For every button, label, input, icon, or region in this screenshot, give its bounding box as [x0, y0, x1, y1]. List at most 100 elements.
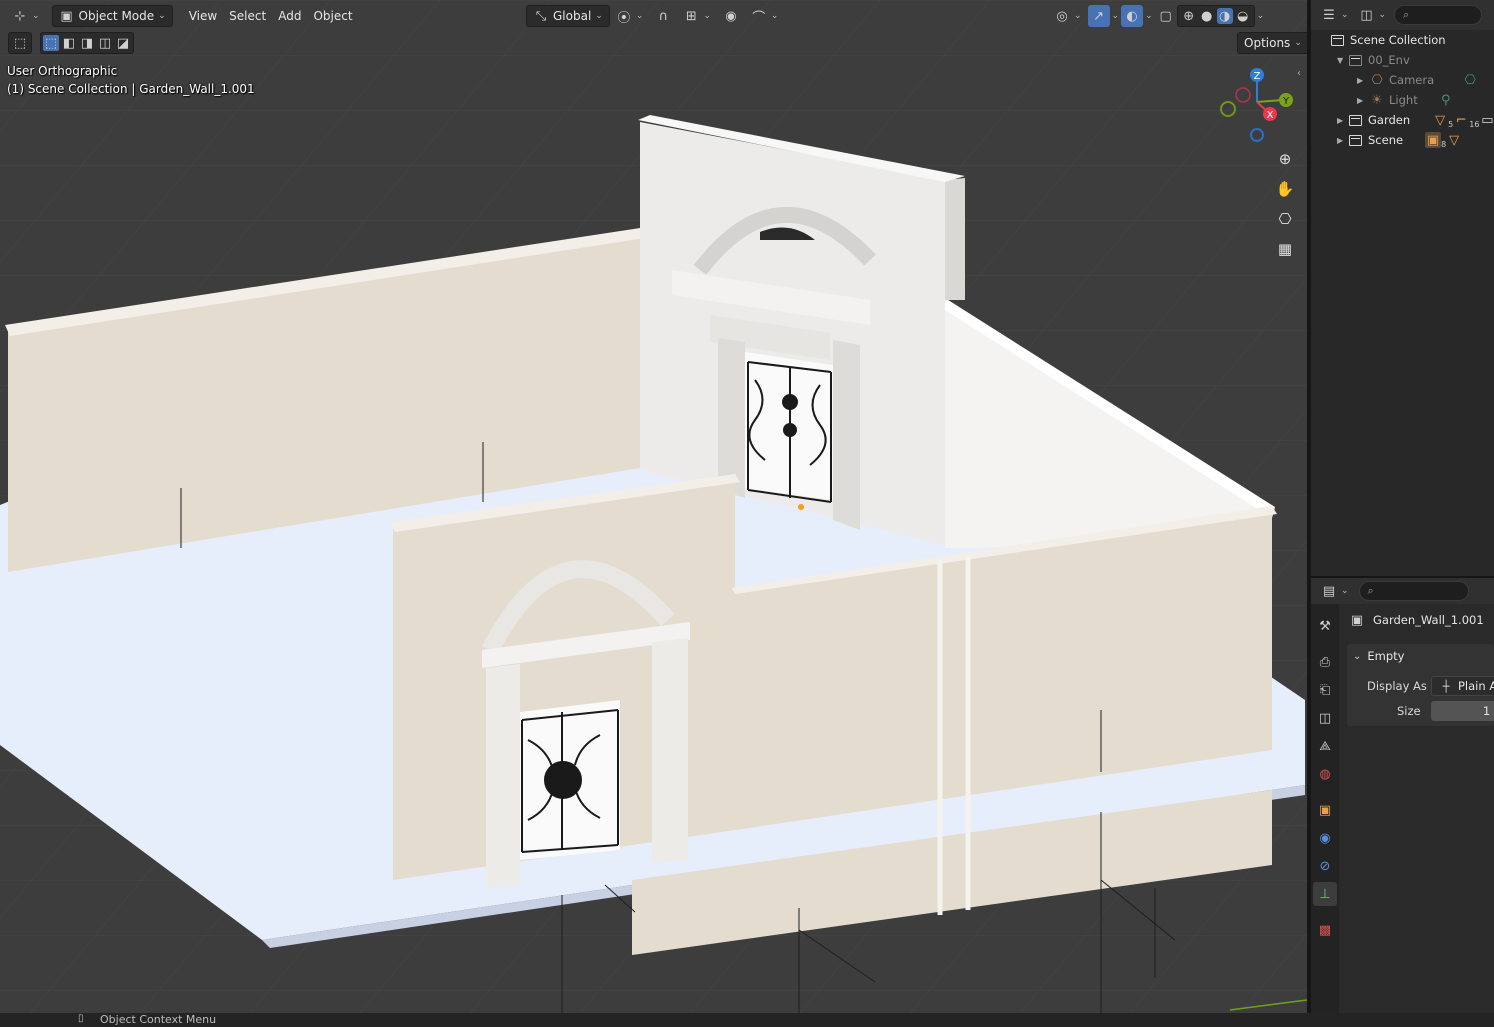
object-name[interactable]: Garden_Wall_1.001: [1373, 613, 1484, 627]
menu-object[interactable]: Object: [307, 5, 358, 27]
viewport-menus: View Select Add Object: [183, 5, 359, 27]
material-preview-icon[interactable]: ◑: [1216, 8, 1233, 24]
outliner-row-camera[interactable]: ▶ ⎔ Camera ⎔: [1357, 70, 1478, 90]
display-as-dropdown[interactable]: ┼ Plain Ax: [1431, 676, 1494, 696]
outliner-panel: ☰ ⌄ ◫ ⌄ ⌕ Scene Collection ▼ 00_Env ▶ ⎔ Ca…: [1311, 0, 1494, 576]
mesh-icon: ▽: [1435, 112, 1446, 128]
mode-dropdown[interactable]: ▣ Object Mode ⌄: [51, 5, 173, 27]
sidebar-toggle-icon[interactable]: ‹: [1297, 68, 1301, 79]
expand-triangle-icon[interactable]: ▶: [1337, 116, 1349, 125]
properties-content: ▣ Garden_Wall_1.001 › ⌄ Empty Display As…: [1345, 604, 1494, 1013]
collection-icon: [1349, 134, 1362, 146]
zoom-button[interactable]: ⊕: [1273, 147, 1297, 171]
printer-icon: ⎗: [1319, 682, 1331, 698]
falloff-dropdown[interactable]: ⌒ ⌄: [745, 5, 785, 27]
proportional-edit-toggle[interactable]: ◉: [717, 5, 745, 27]
size-field[interactable]: 1 m: [1431, 701, 1494, 721]
tab-output[interactable]: ⎗: [1313, 678, 1337, 702]
options-dropdown[interactable]: Options ⌄: [1237, 32, 1307, 54]
search-icon: ⌕: [1403, 8, 1410, 21]
wireframe-shading-icon[interactable]: ⊕: [1181, 8, 1197, 24]
visibility-dropdown[interactable]: ◎ ⌄: [1048, 5, 1088, 27]
overlays-toggle[interactable]: ◐: [1121, 5, 1144, 27]
navigation-gizmo[interactable]: Z Y X: [1215, 64, 1305, 144]
eye-icon: ◎: [1056, 8, 1068, 24]
object-mode-icon: ▣: [60, 8, 73, 24]
chevron-down-icon: ⌄: [158, 11, 166, 21]
properties-search[interactable]: ⌕: [1358, 581, 1469, 601]
tab-scene[interactable]: ⟁: [1313, 734, 1337, 758]
gizmo-icon: ↗: [1093, 8, 1104, 24]
empty-panel: ⌄ Empty Display As ┼ Plain Ax Size 1 m: [1347, 644, 1494, 726]
gate-tower-side: [945, 178, 965, 300]
snap-target-dropdown[interactable]: ⊞ ⌄: [677, 5, 717, 27]
pivot-point-button[interactable]: ⦿ ⌄: [610, 5, 650, 27]
outliner-editor-type[interactable]: ☰ ⌄: [1319, 4, 1351, 26]
editor-type-button[interactable]: ⊹ ⌄: [6, 5, 46, 27]
orientation-label: Global: [553, 9, 592, 23]
xray-toggle[interactable]: ▢: [1155, 5, 1177, 27]
tab-texture[interactable]: ▩: [1313, 918, 1337, 942]
status-bar: ▯ Object Context Menu: [0, 1013, 1494, 1027]
view-name: User Orthographic: [7, 64, 118, 78]
select-new-icon[interactable]: ⬚: [43, 35, 59, 51]
select-subtract-icon[interactable]: ◨: [79, 35, 95, 51]
scene-collection-row[interactable]: Scene Collection: [1331, 30, 1446, 50]
3d-viewport[interactable]: ⊹ ⌄ ▣ Object Mode ⌄ View Select Add Objec…: [0, 0, 1307, 1013]
outliner-row-light[interactable]: ▶ ☀ Light ⚲: [1357, 90, 1454, 110]
tab-view-layer[interactable]: ◫: [1313, 706, 1337, 730]
physics-icon: ◉: [1319, 830, 1331, 846]
expand-triangle-icon[interactable]: ▶: [1337, 136, 1349, 145]
gizmo-dropdown[interactable]: ⌄: [1110, 5, 1122, 27]
rendered-shading-icon[interactable]: ◒: [1235, 8, 1251, 24]
mode-label: Object Mode: [78, 9, 155, 23]
display-mode-dropdown[interactable]: ◫ ⌄: [1357, 4, 1389, 26]
select-invert-icon[interactable]: ◫: [97, 35, 113, 51]
expand-triangle-icon[interactable]: ▶: [1357, 96, 1369, 105]
object-name-row: ▣ Garden_Wall_1.001 ›: [1349, 612, 1494, 628]
sub-collection-icon: ▭: [1481, 112, 1494, 128]
solid-shading-icon[interactable]: ●: [1199, 8, 1215, 24]
outliner-row-garden[interactable]: ▶ Garden ▽ 5 ⌐ 16 ▭ 3: [1337, 110, 1494, 130]
collapse-triangle-icon[interactable]: ▼: [1337, 56, 1349, 65]
tab-render[interactable]: ⎙: [1313, 650, 1337, 674]
panel-title: Empty: [1367, 649, 1405, 663]
shading-dropdown[interactable]: ⌄: [1255, 5, 1267, 27]
tab-object-data[interactable]: ⊥: [1313, 882, 1337, 906]
tab-tool[interactable]: ⚒: [1313, 614, 1337, 638]
pivot-icon: ⦿: [617, 10, 631, 26]
tab-object[interactable]: ▣: [1313, 798, 1337, 822]
outliner-search[interactable]: ⌕: [1394, 5, 1483, 25]
ortho-toggle-button[interactable]: ▦: [1273, 237, 1297, 261]
camera-view-button[interactable]: ⎔: [1273, 207, 1297, 231]
outliner-row-00-env[interactable]: ▼ 00_Env: [1337, 50, 1410, 70]
menu-view[interactable]: View: [183, 5, 223, 27]
mesh-icon: ▽: [1449, 132, 1460, 148]
tab-constraints[interactable]: ⊘: [1313, 854, 1337, 878]
menu-select[interactable]: Select: [223, 5, 272, 27]
tab-world[interactable]: ◍: [1313, 762, 1337, 786]
cursor-select-icon: ⬚: [13, 35, 27, 51]
select-extend-icon[interactable]: ◧: [61, 35, 77, 51]
tab-physics[interactable]: ◉: [1313, 826, 1337, 850]
panel-header-empty[interactable]: ⌄ Empty: [1353, 649, 1404, 663]
light-object-icon: ☀: [1371, 92, 1383, 108]
display-as-value: Plain Ax: [1458, 679, 1494, 693]
object-group-icon: ▣: [1425, 132, 1442, 148]
status-hint: Object Context Menu: [100, 1013, 217, 1026]
expand-triangle-icon[interactable]: ▶: [1357, 76, 1369, 85]
snap-toggle[interactable]: ∩: [649, 5, 677, 27]
properties-editor-type[interactable]: ▤ ⌄: [1319, 580, 1351, 602]
chevron-down-icon: ⌄: [595, 11, 603, 21]
gizmo-toggle[interactable]: ↗: [1087, 5, 1110, 27]
select-intersect-icon[interactable]: ◪: [115, 35, 131, 51]
outliner-row-scene[interactable]: ▶ Scene ▣ 8 ▽: [1337, 130, 1462, 150]
overlays-dropdown[interactable]: ⌄: [1143, 5, 1155, 27]
options-label: Options: [1244, 36, 1291, 50]
menu-add[interactable]: Add: [272, 5, 307, 27]
scene-render[interactable]: [0, 0, 1307, 1013]
gizmo-z-label: Z: [1254, 71, 1261, 82]
transform-orientation-dropdown[interactable]: ⤡ Global ⌄: [526, 5, 610, 27]
active-tool-select[interactable]: ⬚: [8, 32, 32, 54]
pan-button[interactable]: ✋: [1273, 177, 1297, 201]
